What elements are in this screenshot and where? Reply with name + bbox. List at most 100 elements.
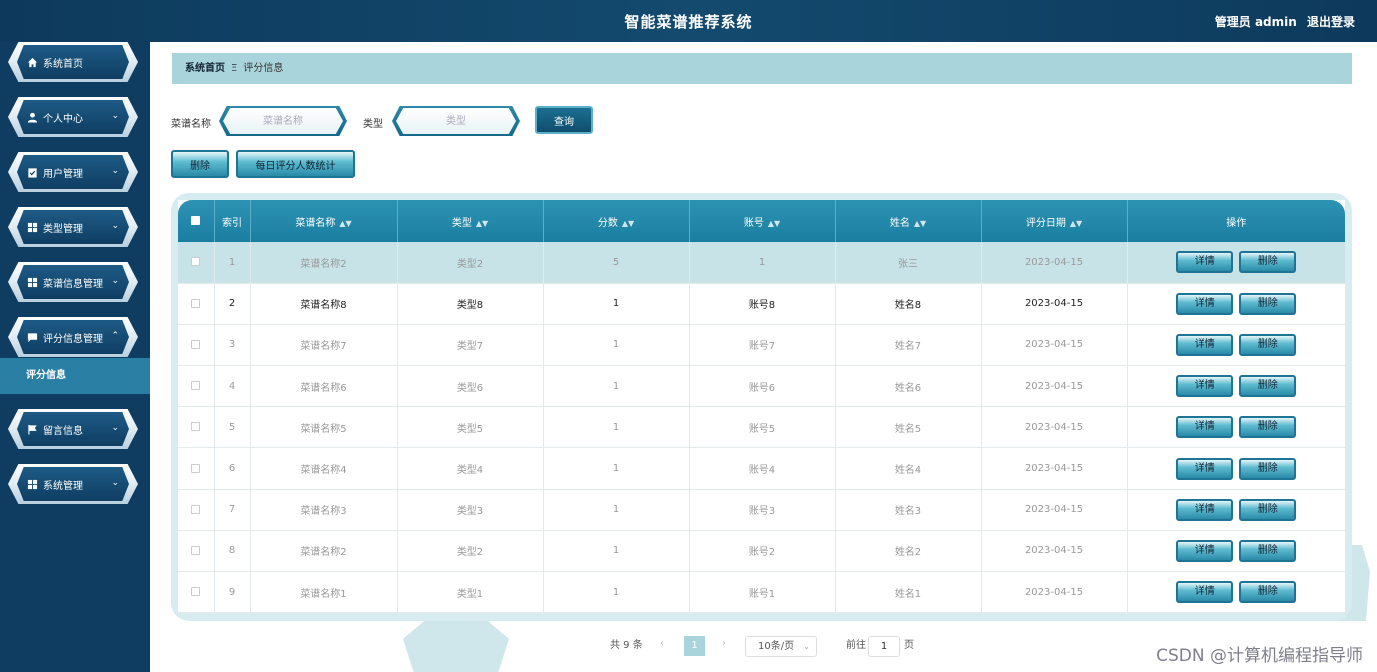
cell-name: 菜谱名称4 [250, 447, 398, 490]
row-checkbox[interactable] [191, 463, 201, 473]
cell-index: 2 [214, 283, 251, 325]
row-checkbox-cell [178, 571, 215, 614]
row-checkbox[interactable] [191, 257, 201, 267]
column-header-account[interactable]: 账号 ▲▼ [689, 200, 836, 242]
chevron-down-icon: ⌄ [111, 111, 119, 121]
column-header-index: 索引 [214, 200, 251, 242]
breadcrumb-home[interactable]: 系统首页 [185, 63, 225, 74]
page-size-select[interactable]: 10条/页 ⌄ [745, 636, 817, 657]
row-delete-button[interactable]: 删除 [1239, 539, 1297, 562]
row-delete-button[interactable]: 删除 [1239, 292, 1297, 315]
cell-index: 3 [214, 324, 251, 367]
table-row[interactable]: 8 菜谱名称2 类型2 1 账号2 姓名2 2023-04-15 详情 删除 [178, 530, 1345, 573]
row-checkbox[interactable] [191, 381, 201, 391]
column-header-score[interactable]: 分数 ▲▼ [543, 200, 690, 242]
table-row[interactable]: 1 菜谱名称2 类型2 5 1 张三 2023-04-15 详情 删除 [178, 242, 1345, 284]
table-row[interactable]: 2 菜谱名称8 类型8 1 账号8 姓名8 2023-04-15 详情 删除 [178, 283, 1345, 325]
cell-person: 姓名1 [835, 571, 982, 614]
sidebar-subitem-rating-info[interactable]: 评分信息 [0, 358, 150, 394]
row-checkbox[interactable] [191, 587, 201, 597]
row-checkbox[interactable] [191, 339, 201, 349]
cell-name: 菜谱名称2 [250, 530, 398, 573]
batch-delete-button[interactable]: 删除 [171, 150, 229, 178]
daily-stats-button[interactable]: 每日评分人数统计 [236, 150, 355, 178]
sidebar-item-system[interactable]: 系统管理 ⌄ [8, 464, 138, 504]
row-delete-button[interactable]: 删除 [1239, 375, 1297, 398]
select-all-checkbox[interactable] [191, 216, 201, 225]
grid-icon [27, 479, 38, 489]
sidebar-item-types[interactable]: 类型管理 ⌄ [8, 207, 138, 247]
table-row[interactable]: 4 菜谱名称6 类型6 1 账号6 姓名6 2023-04-15 详情 删除 [178, 365, 1345, 408]
prev-page-icon[interactable]: ‹ [660, 638, 664, 649]
column-header-person[interactable]: 姓名 ▲▼ [835, 200, 982, 242]
sort-icon[interactable]: ▲▼ [622, 219, 634, 228]
row-checkbox[interactable] [191, 504, 201, 514]
query-button[interactable]: 查询 [535, 106, 593, 134]
row-delete-button[interactable]: 删除 [1239, 457, 1297, 480]
detail-button[interactable]: 详情 [1176, 457, 1234, 480]
table-row[interactable]: 5 菜谱名称5 类型5 1 账号5 姓名5 2023-04-15 详情 删除 [178, 406, 1345, 449]
type-input[interactable] [396, 108, 516, 134]
watermark: CSDN @计算机编程指导师 [1156, 646, 1363, 666]
cell-index: 8 [214, 530, 251, 573]
cell-actions: 详情 删除 [1127, 447, 1345, 490]
next-page-icon[interactable]: › [722, 638, 726, 649]
logout-link[interactable]: 退出登录 [1307, 15, 1355, 29]
table-row[interactable]: 9 菜谱名称1 类型1 1 账号1 姓名1 2023-04-15 详情 删除 [178, 571, 1345, 614]
detail-button[interactable]: 详情 [1176, 375, 1234, 398]
cell-name: 菜谱名称2 [250, 242, 398, 284]
sort-icon[interactable]: ▲▼ [339, 219, 351, 228]
row-delete-button[interactable]: 删除 [1239, 581, 1297, 604]
sort-icon[interactable]: ▲▼ [476, 219, 488, 228]
breadcrumb-separator: Ξ [231, 63, 238, 74]
column-header-actions: 操作 [1127, 200, 1345, 242]
detail-button[interactable]: 详情 [1176, 581, 1234, 604]
sidebar-item-ratings[interactable]: 评分信息管理 ⌃ [8, 317, 138, 357]
sidebar-item-messages[interactable]: 留言信息 ⌄ [8, 409, 138, 449]
cell-date: 2023-04-15 [981, 324, 1128, 367]
column-header-date[interactable]: 评分日期 ▲▼ [981, 200, 1128, 242]
recipe-name-input[interactable] [223, 108, 343, 134]
sort-icon[interactable]: ▲▼ [768, 219, 780, 228]
column-header-name[interactable]: 菜谱名称 ▲▼ [250, 200, 398, 242]
cell-type: 类型2 [397, 530, 544, 573]
sort-icon[interactable]: ▲▼ [914, 219, 926, 228]
row-delete-button[interactable]: 删除 [1239, 251, 1297, 274]
detail-button[interactable]: 详情 [1176, 251, 1234, 274]
grid-icon [27, 222, 38, 232]
current-page-button[interactable]: 1 [684, 636, 705, 656]
sidebar-item-users[interactable]: 用户管理 ⌄ [8, 152, 138, 192]
cell-date: 2023-04-15 [981, 530, 1128, 573]
row-checkbox[interactable] [191, 298, 201, 308]
sort-icon[interactable]: ▲▼ [1070, 219, 1082, 228]
cell-score: 5 [543, 242, 690, 284]
detail-button[interactable]: 详情 [1176, 539, 1234, 562]
table-row[interactable]: 3 菜谱名称7 类型7 1 账号7 姓名7 2023-04-15 详情 删除 [178, 324, 1345, 367]
cell-actions: 详情 删除 [1127, 365, 1345, 408]
column-header-type[interactable]: 类型 ▲▼ [397, 200, 544, 242]
admin-label: 管理员 admin [1214, 15, 1297, 29]
cell-type: 类型1 [397, 571, 544, 614]
sidebar-item-profile[interactable]: 个人中心 ⌄ [8, 97, 138, 137]
detail-button[interactable]: 详情 [1176, 333, 1234, 356]
row-checkbox[interactable] [191, 545, 201, 555]
cell-actions: 详情 删除 [1127, 571, 1345, 614]
row-delete-button[interactable]: 删除 [1239, 333, 1297, 356]
detail-button[interactable]: 详情 [1176, 498, 1234, 521]
row-delete-button[interactable]: 删除 [1239, 416, 1297, 439]
row-delete-button[interactable]: 删除 [1239, 498, 1297, 521]
sidebar: 系统首页 个人中心 ⌄ 用户管理 ⌄ 类型管理 ⌄ 菜谱信息管理 ⌄ 评分信息管… [0, 42, 150, 672]
sidebar-item-label: 系统管理 [43, 480, 83, 492]
table-row[interactable]: 6 菜谱名称4 类型4 1 账号4 姓名4 2023-04-15 详情 删除 [178, 447, 1345, 490]
detail-button[interactable]: 详情 [1176, 292, 1234, 315]
table-row[interactable]: 7 菜谱名称3 类型3 1 账号3 姓名3 2023-04-15 详情 删除 [178, 489, 1345, 531]
row-checkbox[interactable] [191, 422, 201, 432]
cell-actions: 详情 删除 [1127, 283, 1345, 325]
sidebar-item-label: 菜谱信息管理 [43, 278, 103, 290]
sidebar-item-home[interactable]: 系统首页 [8, 42, 138, 82]
goto-page-input[interactable] [868, 636, 900, 657]
sidebar-item-recipes[interactable]: 菜谱信息管理 ⌄ [8, 262, 138, 302]
sidebar-item-label: 系统首页 [43, 58, 83, 70]
app-title: 智能菜谱推荐系统 [624, 13, 753, 31]
detail-button[interactable]: 详情 [1176, 416, 1234, 439]
